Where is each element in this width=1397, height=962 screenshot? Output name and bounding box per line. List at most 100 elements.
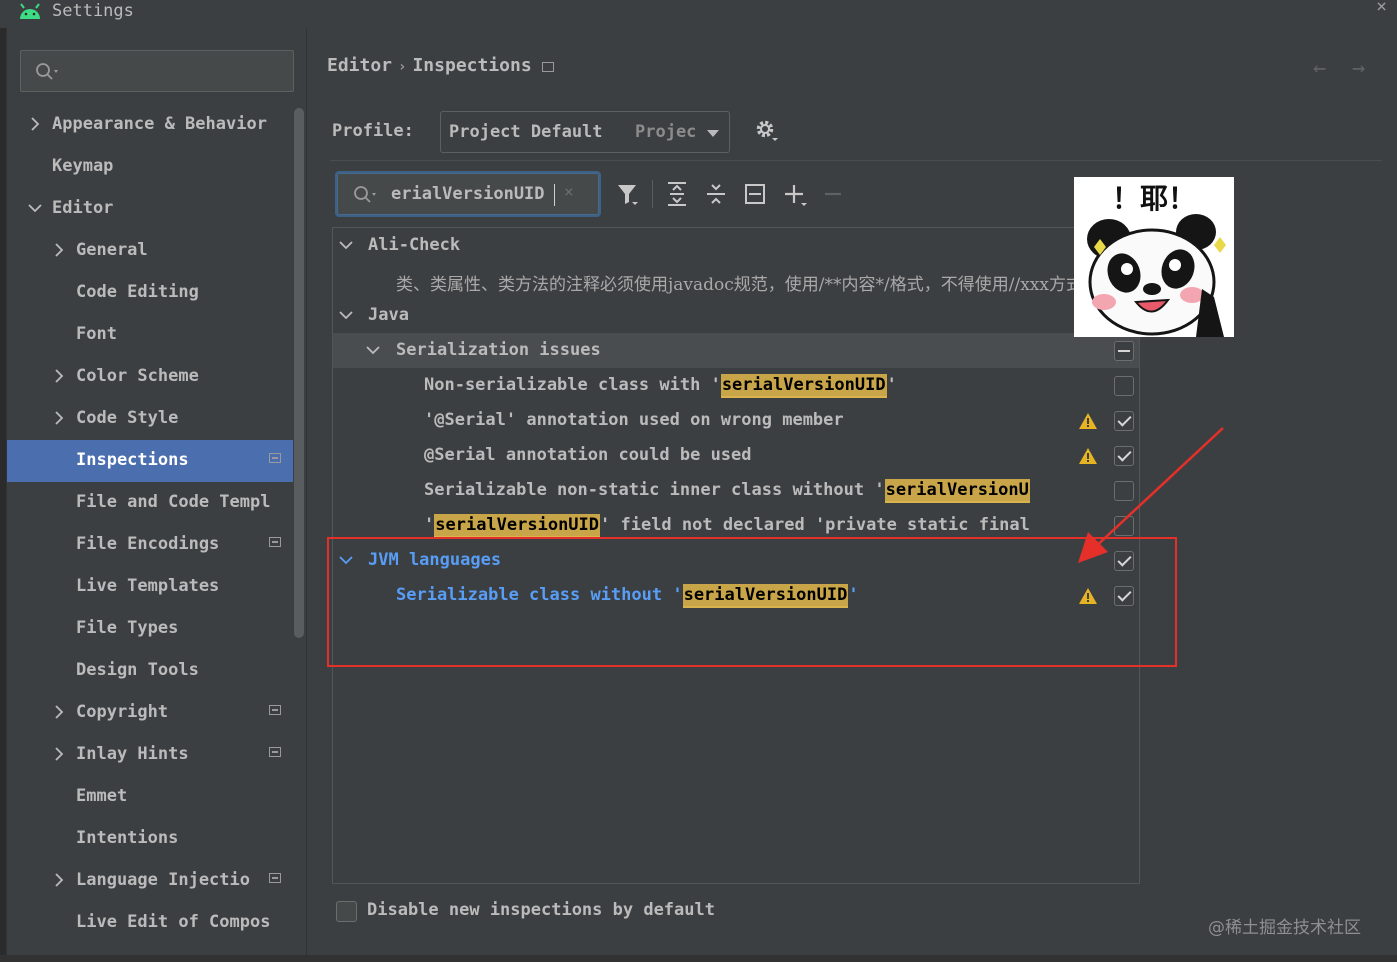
project-scope-icon — [269, 453, 281, 463]
sidebar-item-general[interactable]: General — [7, 230, 307, 272]
chevron-right-icon[interactable] — [52, 368, 66, 383]
sidebar-item-label: Code Editing — [76, 282, 199, 302]
forward-arrow-icon[interactable]: → — [1352, 56, 1365, 81]
sidebar-item-code-style[interactable]: Code Style — [7, 398, 307, 440]
gear-icon[interactable] — [754, 118, 780, 144]
sidebar-item-emmet[interactable]: Emmet — [7, 776, 307, 818]
settings-search-input[interactable] — [20, 50, 294, 92]
sidebar-item-file-types[interactable]: File Types — [7, 608, 307, 650]
sidebar-item-live-templates[interactable]: Live Templates — [7, 566, 307, 608]
sidebar-item-color-scheme[interactable]: Color Scheme — [7, 356, 307, 398]
sidebar-item-keymap[interactable]: Keymap — [7, 146, 307, 188]
tree-group-java[interactable]: Java — [333, 298, 1139, 333]
inspection-label: '@Serial' annotation used on wrong membe… — [424, 410, 844, 430]
sidebar-item-label: Appearance & Behavior — [52, 114, 267, 134]
profile-scope: Projec — [635, 122, 697, 142]
sidebar-item-file-and-code-templ[interactable]: File and Code Templ — [7, 482, 307, 524]
chevron-right-icon[interactable] — [28, 116, 42, 131]
clear-icon[interactable]: × — [564, 182, 574, 201]
sidebar-item-label: Intentions — [76, 828, 179, 848]
inspection-filter-input[interactable]: erialVersionUID × — [335, 171, 601, 217]
inspection-row[interactable]: '@Serial' annotation used on wrong membe… — [333, 403, 1139, 438]
chevron-down-icon[interactable] — [28, 200, 42, 214]
sidebar-item-design-tools[interactable]: Design Tools — [7, 650, 307, 692]
inspection-row[interactable]: @Serial annotation could be used — [333, 438, 1139, 473]
disable-new-inspections-checkbox[interactable] — [336, 901, 357, 922]
sidebar-item-label: Design Tools — [76, 660, 199, 680]
project-scope-icon — [269, 873, 281, 883]
chevron-right-icon[interactable] — [52, 746, 66, 761]
inspection-checkbox[interactable] — [1114, 376, 1134, 396]
breadcrumb: Editor › Inspections — [327, 55, 554, 76]
tree-group-ali-check[interactable]: Ali-Check — [333, 228, 1139, 263]
sidebar-item-label: Inlay Hints — [76, 744, 189, 764]
sidebar-item-label: Copyright — [76, 702, 169, 722]
sidebar-item-label: Code Style — [76, 408, 179, 428]
back-arrow-icon[interactable]: ← — [1313, 56, 1326, 81]
sidebar-item-label: File and Code Templ — [76, 492, 271, 512]
inspection-label: Non-serializable class with 'serialVersi… — [424, 374, 897, 398]
inspection-label: Serializable non-static inner class with… — [424, 479, 1030, 503]
chevron-down-icon — [707, 130, 719, 137]
add-icon[interactable] — [782, 180, 810, 210]
sidebar-item-label: Live Edit of Compos — [76, 912, 271, 932]
tree-group-serialization-issues[interactable]: Serialization issues — [333, 333, 1139, 368]
profile-dropdown[interactable]: Project Default Projec — [440, 111, 730, 153]
group-title: Serialization issues — [396, 340, 601, 360]
sidebar-item-font[interactable]: Font — [7, 314, 307, 356]
search-match: serialVersionU — [884, 479, 1030, 503]
disable-new-inspections-label[interactable]: Disable new inspections by default — [367, 900, 715, 920]
group-description: 类、类属性、类方法的注释必须使用javadoc规范，使用/**内容*/格式，不得… — [396, 275, 1083, 295]
chevron-right-icon[interactable] — [52, 242, 66, 257]
chevron-right-icon[interactable] — [52, 704, 66, 719]
group-title: Java — [368, 305, 409, 325]
chevron-down-icon — [366, 346, 380, 355]
sidebar-item-label: File Encodings — [76, 534, 220, 554]
chevron-right-icon[interactable] — [52, 872, 66, 887]
search-match: serialVersionUID — [434, 514, 601, 538]
bottom-border — [0, 955, 1397, 962]
sidebar-item-editor[interactable]: Editor — [7, 188, 307, 230]
sidebar-item-inspections[interactable]: Inspections — [7, 440, 293, 482]
group-checkbox[interactable] — [1114, 341, 1134, 361]
sidebar-item-inlay-hints[interactable]: Inlay Hints — [7, 734, 307, 776]
sidebar-scrollbar[interactable] — [294, 108, 304, 638]
project-scope-icon — [269, 705, 281, 715]
project-scope-icon — [269, 747, 281, 757]
sidebar-item-live-edit-of-compos[interactable]: Live Edit of Compos — [7, 902, 307, 944]
chevron-right-icon[interactable] — [52, 410, 66, 425]
sidebar-item-appearance-behavior[interactable]: Appearance & Behavior — [7, 104, 307, 146]
sidebar-item-label: Font — [76, 324, 117, 344]
window-title: Settings — [52, 1, 134, 21]
expand-all-icon[interactable] — [665, 180, 689, 208]
project-scope-icon — [269, 537, 281, 547]
text-cursor — [554, 184, 555, 206]
close-icon[interactable]: × — [1376, 0, 1387, 17]
breadcrumb-separator: › — [398, 59, 407, 75]
inspection-label: @Serial annotation could be used — [424, 445, 752, 465]
left-edge-strip — [0, 28, 7, 962]
remove-icon[interactable] — [822, 180, 846, 208]
sidebar-item-file-encodings[interactable]: File Encodings — [7, 524, 307, 566]
sidebar-item-code-editing[interactable]: Code Editing — [7, 272, 307, 314]
divider — [330, 160, 1382, 161]
collapse-all-icon[interactable] — [704, 180, 728, 208]
sidebar-item-label: Color Scheme — [76, 366, 199, 386]
watermark: @稀土掘金技术社区 — [1208, 918, 1361, 938]
breadcrumb-current: Inspections — [412, 55, 532, 76]
filter-icon[interactable] — [615, 180, 643, 210]
chevron-down-icon — [339, 311, 353, 320]
inspection-row[interactable]: Serializable non-static inner class with… — [333, 473, 1139, 508]
inspection-row[interactable]: Non-serializable class with 'serialVersi… — [333, 368, 1139, 403]
chevron-down-icon — [339, 241, 353, 250]
sidebar-item-language-injectio[interactable]: Language Injectio — [7, 860, 307, 902]
sidebar-item-label: Keymap — [52, 156, 114, 176]
sidebar-item-label: Live Templates — [76, 576, 220, 596]
breadcrumb-parent[interactable]: Editor — [327, 55, 392, 76]
sidebar-item-label: General — [76, 240, 148, 260]
reset-to-default-icon[interactable] — [743, 180, 767, 208]
sidebar-item-copyright[interactable]: Copyright — [7, 692, 307, 734]
sidebar-item-intentions[interactable]: Intentions — [7, 818, 307, 860]
project-scope-icon — [541, 62, 554, 72]
profile-value: Project Default — [449, 122, 603, 142]
